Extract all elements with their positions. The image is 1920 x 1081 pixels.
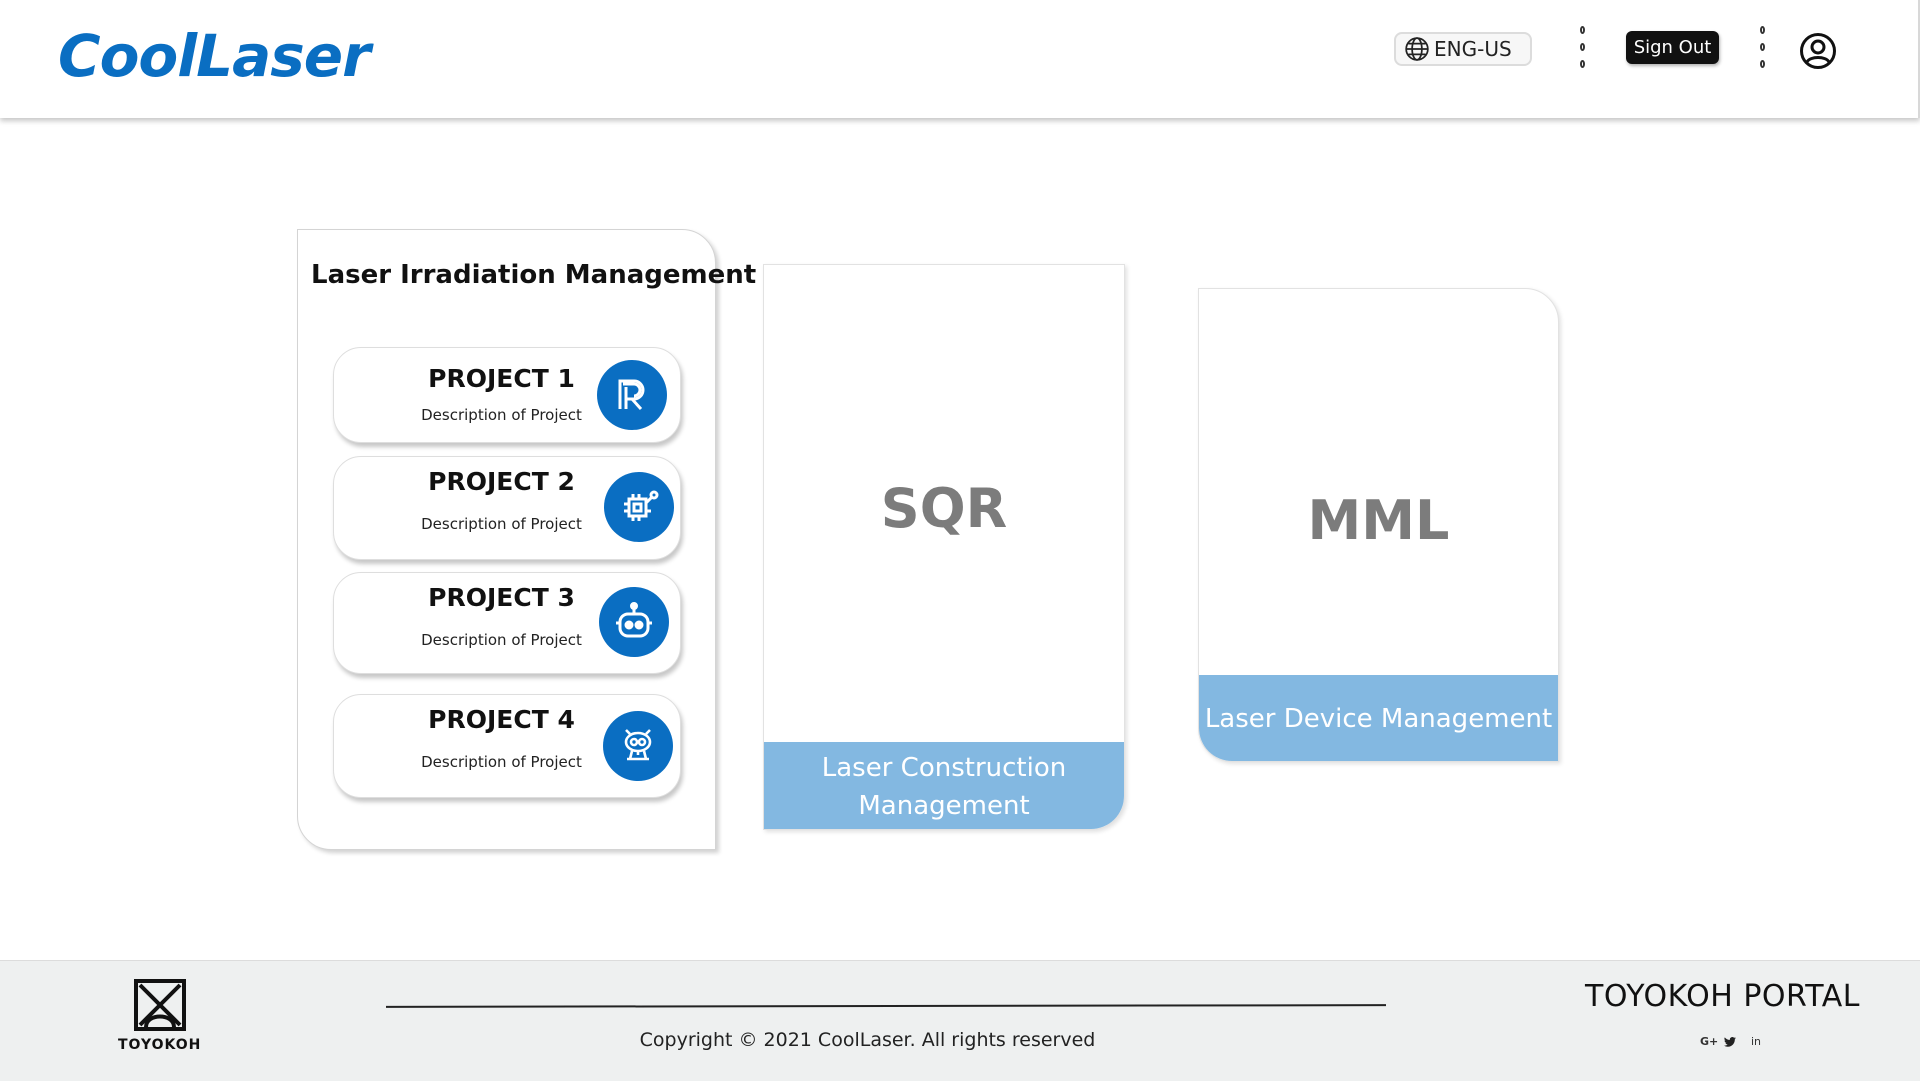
twitter-icon[interactable] xyxy=(1724,1037,1736,1047)
toyokoh-logo-icon[interactable] xyxy=(124,977,196,1033)
project-card-4[interactable]: PROJECT 4 Description of Project xyxy=(333,694,681,798)
sqr-caption: Laser Construction Management xyxy=(764,742,1124,829)
language-selector[interactable]: ENG-US xyxy=(1394,32,1532,66)
top-header: CoolLaser ENG-US Sign Out xyxy=(0,0,1920,118)
coollaser-logo[interactable]: CoolLaser xyxy=(58,22,371,90)
more-menu-icon[interactable] xyxy=(1577,26,1587,68)
mml-caption: Laser Device Management xyxy=(1199,675,1558,761)
globe-icon xyxy=(1405,37,1429,61)
r-logo-icon xyxy=(597,360,667,430)
sign-out-button[interactable]: Sign Out xyxy=(1626,31,1719,64)
project-card-3[interactable]: PROJECT 3 Description of Project xyxy=(333,572,681,674)
circuit-chip-icon xyxy=(604,472,674,542)
card-title: Laser Irradiation Management xyxy=(311,260,757,290)
more-menu-icon[interactable] xyxy=(1757,26,1767,68)
footer: TOYOKOH Copyright © 2021 CoolLaser. All … xyxy=(0,960,1920,1081)
linkedin-icon[interactable]: in xyxy=(1751,1035,1761,1048)
language-label: ENG-US xyxy=(1434,37,1512,61)
google-plus-icon[interactable]: G+ xyxy=(1700,1035,1718,1048)
mml-label: MML xyxy=(1307,489,1450,552)
sqr-card[interactable]: SQR Laser Construction Management xyxy=(763,264,1125,830)
copyright-text: Copyright © 2021 CoolLaser. All rights r… xyxy=(0,1029,1390,1051)
project-card-1[interactable]: PROJECT 1 Description of Project xyxy=(333,347,681,443)
sqr-label: SQR xyxy=(880,477,1008,540)
mml-card[interactable]: MML Laser Device Management xyxy=(1198,288,1559,762)
robot-figure-icon xyxy=(603,711,673,781)
laser-irradiation-card: Laser Irradiation Management PROJECT 1 D… xyxy=(297,229,756,850)
footer-divider xyxy=(385,1004,1387,1008)
copyright-label: Copyright © 2021 CoolLaser. All rights r… xyxy=(639,1029,1096,1051)
portal-title: TOYOKOH PORTAL xyxy=(1585,979,1860,1014)
user-account-icon[interactable] xyxy=(1799,32,1837,70)
robot-icon xyxy=(599,587,669,657)
project-card-2[interactable]: PROJECT 2 Description of Project xyxy=(333,456,681,560)
